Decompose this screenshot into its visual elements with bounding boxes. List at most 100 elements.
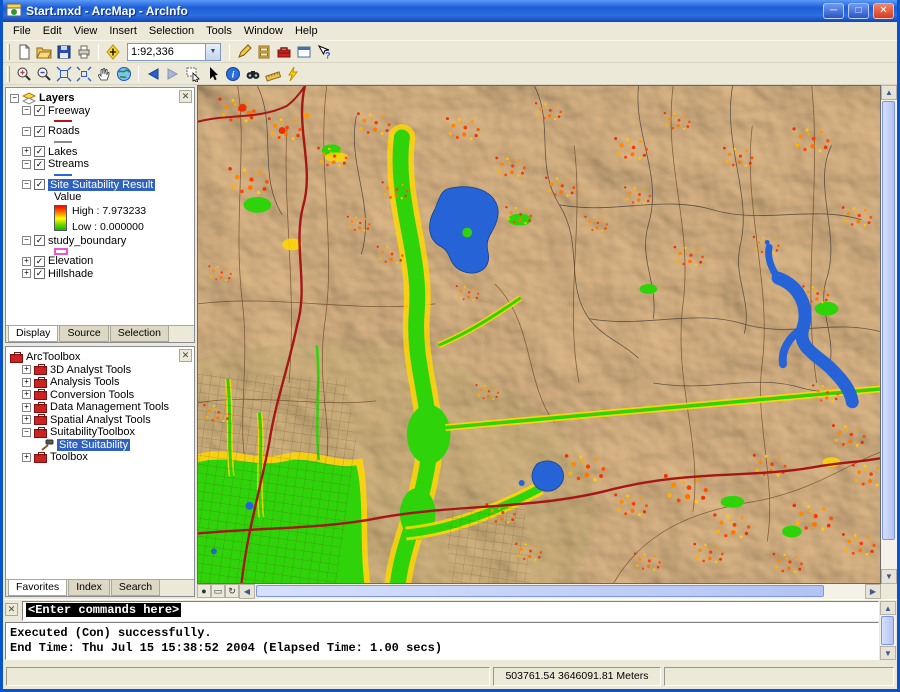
layer-checkbox[interactable]: ✓: [34, 105, 45, 117]
command-input[interactable]: <Enter commands here>: [22, 601, 879, 621]
new-document-icon[interactable]: [14, 42, 34, 62]
scroll-down-icon[interactable]: ▼: [881, 569, 897, 584]
vertical-scroll-thumb[interactable]: [881, 616, 894, 645]
toolbox-item-spatial-analyst[interactable]: + Spatial Analyst Tools: [8, 414, 192, 427]
scroll-up-icon[interactable]: ▲: [880, 601, 896, 615]
expand-icon[interactable]: +: [22, 365, 31, 375]
map-canvas[interactable]: [197, 85, 881, 584]
hyperlink-lightning-icon[interactable]: [283, 64, 303, 84]
layer-checkbox[interactable]: ✓: [34, 125, 45, 137]
expand-icon[interactable]: +: [22, 147, 31, 157]
toc-layer-freeway[interactable]: − ✓ Freeway: [8, 105, 192, 118]
close-icon[interactable]: ✕: [5, 603, 18, 616]
menu-insert[interactable]: Insert: [103, 23, 143, 39]
collapse-icon[interactable]: −: [22, 106, 31, 116]
layer-checkbox[interactable]: ✓: [34, 158, 45, 170]
expand-icon[interactable]: +: [22, 377, 31, 387]
close-icon[interactable]: ✕: [179, 349, 192, 362]
toolbox-root[interactable]: ArcToolbox: [8, 351, 192, 364]
layer-checkbox[interactable]: ✓: [34, 235, 45, 247]
refresh-icon[interactable]: ↻: [225, 584, 239, 598]
menu-help[interactable]: Help: [289, 23, 324, 39]
open-folder-icon[interactable]: [34, 42, 54, 62]
scroll-down-icon[interactable]: ▼: [880, 646, 896, 660]
save-icon[interactable]: [54, 42, 74, 62]
toolbox-item-analysis[interactable]: + Analysis Tools: [8, 376, 192, 389]
tab-display[interactable]: Display: [8, 326, 59, 342]
layer-checkbox[interactable]: ✓: [34, 146, 45, 158]
fixed-zoom-in-icon[interactable]: [54, 64, 74, 84]
find-binoculars-icon[interactable]: [243, 64, 263, 84]
collapse-icon[interactable]: −: [10, 93, 19, 103]
layer-checkbox[interactable]: ✓: [34, 255, 45, 267]
tab-index[interactable]: Index: [68, 580, 110, 596]
close-icon[interactable]: ✕: [873, 3, 894, 19]
maximize-icon[interactable]: □: [848, 3, 869, 19]
identify-icon[interactable]: i: [223, 64, 243, 84]
expand-icon[interactable]: +: [22, 452, 31, 462]
arccatalog-icon[interactable]: [254, 42, 274, 62]
scale-combo[interactable]: 1:92,336 ▼: [127, 42, 221, 61]
expand-icon[interactable]: +: [22, 269, 31, 279]
toc-layer-study-boundary[interactable]: − ✓ study_boundary: [8, 235, 192, 248]
scroll-up-icon[interactable]: ▲: [881, 85, 897, 100]
expand-icon[interactable]: +: [22, 390, 31, 400]
expand-icon[interactable]: +: [22, 415, 31, 425]
back-arrow-icon[interactable]: [143, 64, 163, 84]
pan-hand-icon[interactable]: [94, 64, 114, 84]
collapse-icon[interactable]: −: [22, 126, 31, 136]
map-vertical-scrollbar[interactable]: ▲ ▼: [881, 85, 897, 584]
toolbox-item-toolbox[interactable]: + Toolbox: [8, 451, 192, 464]
menu-edit[interactable]: Edit: [37, 23, 68, 39]
toolbox-item-suitabilitytoolbox[interactable]: − SuitabilityToolbox: [8, 426, 192, 439]
menu-file[interactable]: File: [7, 23, 37, 39]
menu-view[interactable]: View: [68, 23, 104, 39]
scroll-left-icon[interactable]: ◀: [239, 584, 255, 599]
print-icon[interactable]: [74, 42, 94, 62]
tab-selection[interactable]: Selection: [109, 326, 169, 342]
fixed-zoom-out-icon[interactable]: [74, 64, 94, 84]
full-extent-globe-icon[interactable]: [114, 64, 134, 84]
collapse-icon[interactable]: −: [22, 180, 31, 190]
scroll-right-icon[interactable]: ▶: [865, 584, 881, 599]
expand-icon[interactable]: +: [22, 402, 31, 412]
vertical-scroll-thumb[interactable]: [882, 101, 895, 540]
layer-checkbox[interactable]: ✓: [34, 268, 45, 280]
zoom-in-icon[interactable]: [14, 64, 34, 84]
collapse-icon[interactable]: −: [22, 427, 31, 437]
toolbox-item-site-suitability[interactable]: Site Suitability: [8, 438, 192, 452]
add-data-icon[interactable]: [103, 42, 123, 62]
toolbox-item-conversion[interactable]: + Conversion Tools: [8, 389, 192, 402]
toolbox-item-data-management[interactable]: + Data Management Tools: [8, 401, 192, 414]
toolbar-grip[interactable]: [7, 65, 10, 82]
toolbox-item-3d-analyst[interactable]: + 3D Analyst Tools: [8, 364, 192, 377]
editor-pencil-icon[interactable]: [234, 42, 254, 62]
command-scrollbar[interactable]: ▲ ▼: [880, 601, 896, 660]
forward-arrow-icon[interactable]: [163, 64, 183, 84]
close-icon[interactable]: ✕: [179, 90, 192, 103]
toc-layer-lakes[interactable]: + ✓ Lakes: [8, 146, 192, 159]
toolbar-grip[interactable]: [7, 43, 10, 60]
tab-favorites[interactable]: Favorites: [8, 580, 68, 596]
select-features-icon[interactable]: [183, 64, 203, 84]
whats-this-icon[interactable]: ?: [314, 42, 334, 62]
minimize-icon[interactable]: ─: [823, 3, 844, 19]
menu-window[interactable]: Window: [238, 23, 289, 39]
collapse-icon[interactable]: −: [22, 159, 31, 169]
command-prompt-text[interactable]: <Enter commands here>: [26, 603, 182, 617]
measure-ruler-icon[interactable]: [263, 64, 283, 84]
layout-view-icon[interactable]: ▭: [211, 584, 225, 598]
toc-layer-streams[interactable]: − ✓ Streams: [8, 158, 192, 171]
tab-source[interactable]: Source: [59, 326, 109, 342]
menu-tools[interactable]: Tools: [200, 23, 238, 39]
scale-input[interactable]: 1:92,336: [128, 46, 205, 58]
arctoolbox-icon[interactable]: [274, 42, 294, 62]
title-bar[interactable]: Start.mxd - ArcMap - ArcInfo ─ □ ✕: [3, 0, 897, 22]
chevron-down-icon[interactable]: ▼: [205, 43, 220, 60]
toc-layer-elevation[interactable]: + ✓ Elevation: [8, 255, 192, 268]
data-view-icon[interactable]: ●: [197, 584, 211, 598]
toc-layer-hillshade[interactable]: + ✓ Hillshade: [8, 268, 192, 281]
toc-root-layers[interactable]: − Layers: [8, 92, 192, 105]
layer-checkbox[interactable]: ✓: [34, 179, 45, 191]
tab-search[interactable]: Search: [110, 580, 161, 596]
